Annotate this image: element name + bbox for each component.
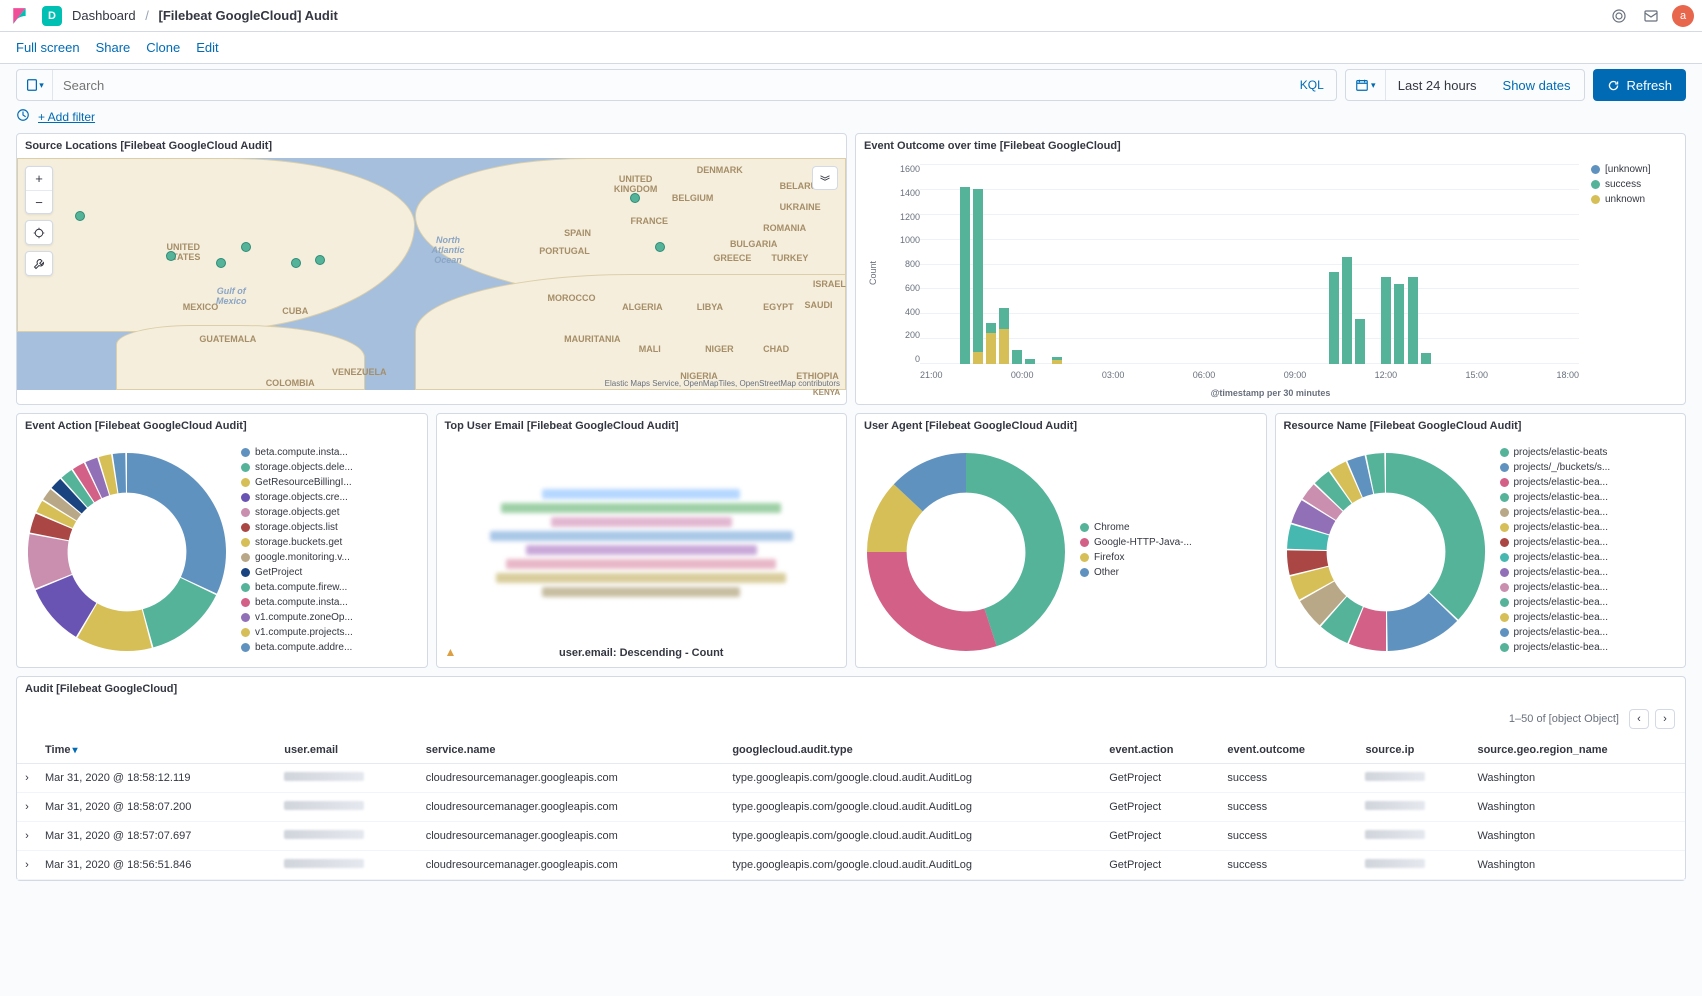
- pagination-label: 1–50 of [object Object]: [1509, 713, 1619, 725]
- expand-row-button[interactable]: ›: [17, 793, 37, 822]
- panel-resource-name: Resource Name [Filebeat GoogleCloud Audi…: [1275, 413, 1687, 668]
- column-header[interactable]: googlecloud.audit.type: [724, 737, 1101, 764]
- clone-link[interactable]: Clone: [146, 40, 180, 55]
- table-header-row: Time▾user.emailservice.namegooglecloud.a…: [17, 737, 1685, 764]
- expand-row-button[interactable]: ›: [17, 822, 37, 851]
- show-dates-link[interactable]: Show dates: [1489, 78, 1585, 93]
- global-header: D Dashboard / [Filebeat GoogleCloud] Aud…: [0, 0, 1702, 32]
- table-row[interactable]: ›Mar 31, 2020 @ 18:58:07.200cloudresourc…: [17, 793, 1685, 822]
- add-filter-link[interactable]: + Add filter: [38, 110, 95, 124]
- query-language-toggle[interactable]: KQL: [1288, 78, 1336, 92]
- filter-bar: + Add filter: [0, 106, 1702, 133]
- dashboard-toolbar: Full screen Share Clone Edit: [0, 32, 1702, 64]
- tools-button[interactable]: [26, 252, 52, 275]
- panel-title: User Agent [Filebeat GoogleCloud Audit]: [856, 414, 1266, 438]
- chart-legend: projects/elastic-beatsprojects/_/buckets…: [1496, 443, 1686, 661]
- map-canvas[interactable]: UNITEDSTATES MEXICO CUBA GUATEMALA COLOM…: [17, 158, 846, 390]
- tag-cloud-caption: user.email: Descending - Count: [437, 647, 847, 659]
- column-header[interactable]: event.action: [1101, 737, 1219, 764]
- column-header[interactable]: source.geo.region_name: [1469, 737, 1685, 764]
- newsfeed-icon[interactable]: [1640, 5, 1662, 27]
- panel-title: Audit [Filebeat GoogleCloud]: [17, 677, 1685, 701]
- saved-query-button[interactable]: ▾: [17, 70, 53, 100]
- panel-title: Resource Name [Filebeat GoogleCloud Audi…: [1276, 414, 1686, 438]
- y-axis-label: Count: [868, 261, 878, 285]
- share-link[interactable]: Share: [96, 40, 131, 55]
- breadcrumb: Dashboard / [Filebeat GoogleCloud] Audit: [72, 8, 338, 23]
- calendar-icon[interactable]: ▾: [1346, 70, 1386, 100]
- table-row[interactable]: ›Mar 31, 2020 @ 18:58:12.119cloudresourc…: [17, 764, 1685, 793]
- kibana-logo-icon[interactable]: [8, 4, 32, 28]
- table-row[interactable]: ›Mar 31, 2020 @ 18:56:51.846cloudresourc…: [17, 851, 1685, 880]
- panel-title: Event Outcome over time [Filebeat Google…: [856, 134, 1685, 158]
- expand-row-button[interactable]: ›: [17, 851, 37, 880]
- x-axis-label: @timestamp per 30 minutes: [856, 388, 1685, 398]
- x-axis-ticks: 21:0000:0003:0006:0009:0012:0015:0018:00: [920, 366, 1579, 388]
- help-icon[interactable]: [1608, 5, 1630, 27]
- date-picker[interactable]: ▾ Last 24 hours Show dates: [1345, 69, 1586, 101]
- page-next-button[interactable]: ›: [1655, 709, 1675, 729]
- bar-chart[interactable]: [920, 164, 1579, 364]
- zoom-in-button[interactable]: +: [26, 167, 52, 190]
- edit-link[interactable]: Edit: [196, 40, 218, 55]
- layers-button[interactable]: [812, 166, 838, 190]
- column-header[interactable]: service.name: [418, 737, 725, 764]
- panel-event-action: Event Action [Filebeat GoogleCloud Audit…: [16, 413, 428, 668]
- panel-audit-table: Audit [Filebeat GoogleCloud] 1–50 of [ob…: [16, 676, 1686, 881]
- dashboard-grid: Source Locations [Filebeat GoogleCloud A…: [0, 133, 1702, 897]
- breadcrumb-root[interactable]: Dashboard: [72, 8, 136, 23]
- panel-source-locations: Source Locations [Filebeat GoogleCloud A…: [16, 133, 847, 405]
- column-header[interactable]: Time▾: [37, 737, 276, 764]
- fit-bounds-button[interactable]: [26, 221, 52, 244]
- tag-cloud[interactable]: [437, 438, 847, 648]
- column-header[interactable]: event.outcome: [1219, 737, 1357, 764]
- panel-title: Source Locations [Filebeat GoogleCloud A…: [17, 134, 846, 158]
- donut-chart[interactable]: [17, 442, 237, 662]
- chart-legend: [unknown]successunknown: [1585, 158, 1685, 388]
- date-range-text: Last 24 hours: [1386, 78, 1489, 93]
- panel-top-user-email: Top User Email [Filebeat GoogleCloud Aud…: [436, 413, 848, 668]
- filter-icon[interactable]: [16, 108, 30, 125]
- query-input-wrap: ▾ KQL: [16, 69, 1337, 101]
- y-axis-ticks: 16001400120010008006004002000: [890, 158, 920, 388]
- panel-event-outcome: Event Outcome over time [Filebeat Google…: [855, 133, 1686, 405]
- app-badge[interactable]: D: [42, 6, 62, 26]
- page-prev-button[interactable]: ‹: [1629, 709, 1649, 729]
- breadcrumb-separator: /: [145, 8, 149, 23]
- chart-legend: beta.compute.insta...storage.objects.del…: [237, 443, 427, 661]
- breadcrumb-current: [Filebeat GoogleCloud] Audit: [158, 8, 337, 23]
- full-screen-link[interactable]: Full screen: [16, 40, 80, 55]
- query-bar: ▾ KQL ▾ Last 24 hours Show dates Refresh: [0, 64, 1702, 106]
- expand-row-button[interactable]: ›: [17, 764, 37, 793]
- zoom-out-button[interactable]: −: [26, 190, 52, 213]
- refresh-button[interactable]: Refresh: [1593, 69, 1686, 101]
- column-header[interactable]: user.email: [276, 737, 417, 764]
- donut-chart[interactable]: [856, 442, 1076, 662]
- refresh-icon: [1607, 79, 1620, 92]
- column-header[interactable]: source.ip: [1357, 737, 1469, 764]
- panel-title: Top User Email [Filebeat GoogleCloud Aud…: [437, 414, 847, 438]
- audit-table: Time▾user.emailservice.namegooglecloud.a…: [17, 737, 1685, 880]
- map-attribution: Elastic Maps Service, OpenMapTiles, Open…: [605, 379, 840, 388]
- panel-user-agent: User Agent [Filebeat GoogleCloud Audit] …: [855, 413, 1267, 668]
- panel-title: Event Action [Filebeat GoogleCloud Audit…: [17, 414, 427, 438]
- user-avatar[interactable]: a: [1672, 5, 1694, 27]
- chart-legend: ChromeGoogle-HTTP-Java-...FirefoxOther: [1076, 518, 1266, 586]
- search-input[interactable]: [53, 78, 1288, 93]
- table-row[interactable]: ›Mar 31, 2020 @ 18:57:07.697cloudresourc…: [17, 822, 1685, 851]
- donut-chart[interactable]: [1276, 442, 1496, 662]
